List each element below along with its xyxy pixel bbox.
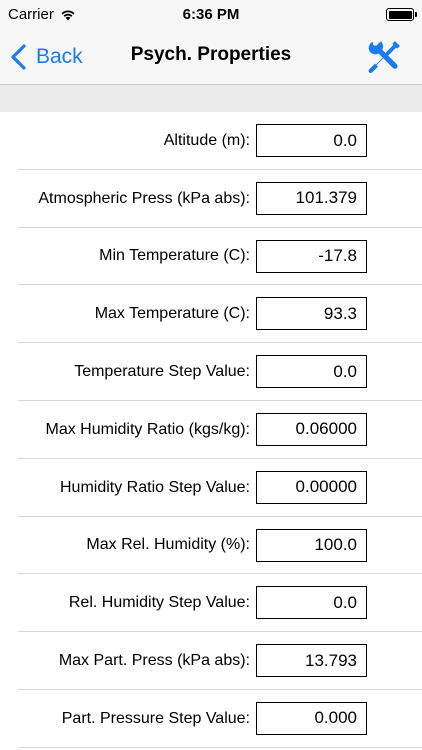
temperature-step-input[interactable] <box>256 355 367 389</box>
properties-form: Altitude (m): Atmospheric Press (kPa abs… <box>0 112 422 748</box>
battery-icon <box>386 8 417 21</box>
max-temperature-label: Max Temperature (C): <box>94 305 250 323</box>
max-temperature-input[interactable] <box>256 297 367 331</box>
max-rel-humidity-label: Max Rel. Humidity (%): <box>86 536 250 554</box>
max-part-press-input[interactable] <box>256 644 367 678</box>
part-pressure-step-input[interactable] <box>256 701 367 735</box>
form-row-atmospheric-press: Atmospheric Press (kPa abs): <box>0 170 422 228</box>
rel-humidity-step-label: Rel. Humidity Step Value: <box>68 594 250 612</box>
min-temperature-input[interactable] <box>256 239 367 273</box>
altitude-label: Altitude (m): <box>163 131 250 149</box>
section-header <box>0 84 422 112</box>
max-humidity-ratio-label: Max Humidity Ratio (kgs/kg): <box>45 420 251 438</box>
status-time: 6:36 PM <box>182 6 240 23</box>
battery-level <box>388 10 412 19</box>
part-pressure-step-label: Part. Pressure Step Value: <box>61 709 250 727</box>
form-row-min-temperature: Min Temperature (C): <box>0 228 422 286</box>
max-part-press-label: Max Part. Press (kPa abs): <box>58 652 250 670</box>
atmospheric-press-input[interactable] <box>256 181 367 215</box>
min-temperature-label: Min Temperature (C): <box>99 247 250 265</box>
atmospheric-press-label: Atmospheric Press (kPa abs): <box>38 189 250 207</box>
page-title: Psych. Properties <box>130 44 292 65</box>
form-row-max-humidity-ratio: Max Humidity Ratio (kgs/kg): <box>0 401 422 459</box>
form-row-humidity-ratio-step: Humidity Ratio Step Value: <box>0 459 422 517</box>
form-row-altitude: Altitude (m): <box>0 112 422 170</box>
form-row-rel-humidity-step: Rel. Humidity Step Value: <box>0 574 422 632</box>
temperature-step-label: Temperature Step Value: <box>74 363 250 381</box>
form-row-temperature-step: Temperature Step Value: <box>0 343 422 401</box>
form-row-part-pressure-step: Part. Pressure Step Value: <box>0 690 422 748</box>
altitude-input[interactable] <box>256 124 367 157</box>
max-humidity-ratio-input[interactable] <box>256 412 367 446</box>
humidity-ratio-step-input[interactable] <box>256 470 367 504</box>
navigation-bar: Back Psych. Properties <box>0 30 422 84</box>
rel-humidity-step-input[interactable] <box>256 586 367 620</box>
max-rel-humidity-input[interactable] <box>256 528 367 562</box>
form-row-max-temperature: Max Temperature (C): <box>0 285 422 343</box>
status-bar: Carrier 6:36 PM <box>0 0 422 30</box>
humidity-ratio-step-label: Humidity Ratio Step Value: <box>59 478 250 496</box>
form-row-max-part-press: Max Part. Press (kPa abs): <box>0 632 422 690</box>
tools-icon[interactable] <box>366 39 402 75</box>
form-row-max-rel-humidity: Max Rel. Humidity (%): <box>0 517 422 575</box>
